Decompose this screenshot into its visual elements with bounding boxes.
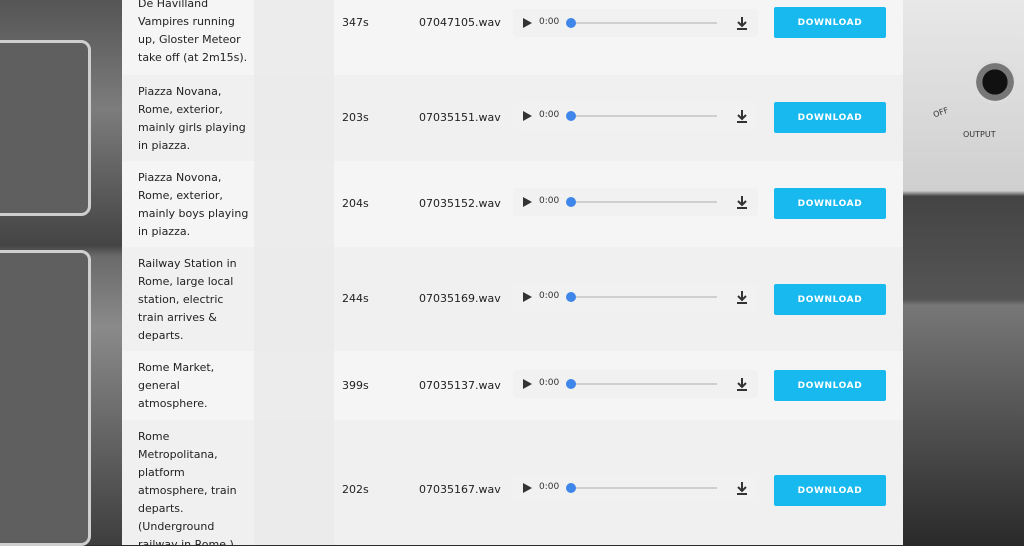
play-icon[interactable] bbox=[523, 197, 532, 207]
download-arrow-icon[interactable] bbox=[735, 290, 749, 304]
sound-filename: 07035137.wav bbox=[419, 379, 501, 392]
sound-duration: 244s bbox=[342, 292, 369, 305]
empty-cell bbox=[254, 0, 334, 75]
download-button[interactable]: DOWNLOAD bbox=[774, 370, 886, 401]
progress-slider[interactable] bbox=[566, 18, 717, 28]
empty-cell bbox=[254, 420, 334, 545]
dial-label: OFF bbox=[931, 105, 950, 120]
progress-thumb[interactable] bbox=[566, 197, 576, 207]
sound-description: Rome Metropolitana, platform atmosphere,… bbox=[138, 430, 237, 545]
playback-time: 0:00 bbox=[539, 110, 560, 120]
progress-slider[interactable] bbox=[566, 197, 717, 207]
download-arrow-icon[interactable] bbox=[735, 195, 749, 209]
sound-filename: 07047105.wav bbox=[419, 16, 501, 29]
sound-description: De Havilland Vampires running up, Gloste… bbox=[138, 0, 248, 64]
audio-player: 0:00 bbox=[513, 370, 758, 398]
download-arrow-icon[interactable] bbox=[735, 481, 749, 495]
playback-time: 0:00 bbox=[539, 482, 560, 492]
play-icon[interactable] bbox=[523, 292, 532, 302]
download-button[interactable]: DOWNLOAD bbox=[774, 475, 886, 506]
empty-cell bbox=[254, 161, 334, 247]
progress-slider[interactable] bbox=[566, 379, 717, 389]
sound-results-table: De Havilland Vampires running up, Gloste… bbox=[122, 0, 903, 545]
sound-filename: 07035167.wav bbox=[419, 483, 501, 496]
sound-filename: 07035169.wav bbox=[419, 292, 501, 305]
table-row: Rome Metropolitana, platform atmosphere,… bbox=[122, 420, 903, 545]
playback-time: 0:00 bbox=[539, 291, 560, 301]
progress-thumb[interactable] bbox=[566, 379, 576, 389]
play-icon[interactable] bbox=[523, 483, 532, 493]
table-row: Rome Market, general atmosphere. 399s 07… bbox=[122, 351, 903, 421]
table-row: Piazza Novana, Rome, exterior, mainly gi… bbox=[122, 75, 903, 162]
audio-player: 0:00 bbox=[513, 283, 758, 311]
audio-player: 0:00 bbox=[513, 474, 758, 502]
audio-player: 0:00 bbox=[513, 9, 758, 37]
sound-description: Piazza Novona, Rome, exterior, mainly bo… bbox=[138, 171, 249, 238]
download-button[interactable]: DOWNLOAD bbox=[774, 102, 886, 133]
equipment-panel bbox=[0, 250, 91, 546]
playback-time: 0:00 bbox=[539, 17, 560, 27]
download-button[interactable]: DOWNLOAD bbox=[774, 7, 886, 38]
sound-duration: 203s bbox=[342, 111, 369, 124]
table-row: De Havilland Vampires running up, Gloste… bbox=[122, 0, 903, 76]
empty-cell bbox=[254, 247, 334, 351]
background-photo-left bbox=[0, 0, 122, 546]
sound-filename: 07035151.wav bbox=[419, 111, 501, 124]
playback-time: 0:00 bbox=[539, 196, 560, 206]
download-arrow-icon[interactable] bbox=[735, 377, 749, 391]
download-arrow-icon[interactable] bbox=[735, 16, 749, 30]
download-arrow-icon[interactable] bbox=[735, 109, 749, 123]
play-icon[interactable] bbox=[523, 18, 532, 28]
sound-duration: 202s bbox=[342, 483, 369, 496]
audio-player: 0:00 bbox=[513, 188, 758, 216]
table-row: Piazza Novona, Rome, exterior, mainly bo… bbox=[122, 161, 903, 248]
playback-time: 0:00 bbox=[539, 378, 560, 388]
download-button[interactable]: DOWNLOAD bbox=[774, 188, 886, 219]
progress-thumb[interactable] bbox=[566, 18, 576, 28]
sound-duration: 204s bbox=[342, 197, 369, 210]
sound-duration: 399s bbox=[342, 379, 369, 392]
sound-description: Railway Station in Rome, large local sta… bbox=[138, 257, 237, 342]
progress-thumb[interactable] bbox=[566, 483, 576, 493]
background-photo-right: OFF OUTPUT bbox=[903, 0, 1024, 545]
progress-slider[interactable] bbox=[566, 483, 717, 493]
dial-label: OUTPUT bbox=[963, 130, 996, 139]
progress-slider[interactable] bbox=[566, 292, 717, 302]
empty-cell bbox=[254, 351, 334, 420]
equipment-panel bbox=[0, 40, 91, 216]
sound-filename: 07035152.wav bbox=[419, 197, 501, 210]
progress-thumb[interactable] bbox=[566, 111, 576, 121]
empty-cell bbox=[254, 75, 334, 161]
progress-thumb[interactable] bbox=[566, 292, 576, 302]
table-row: Railway Station in Rome, large local sta… bbox=[122, 247, 903, 352]
sound-description: Rome Market, general atmosphere. bbox=[138, 361, 215, 410]
audio-player: 0:00 bbox=[513, 102, 758, 130]
progress-slider[interactable] bbox=[566, 111, 717, 121]
sound-description: Piazza Novana, Rome, exterior, mainly gi… bbox=[138, 85, 246, 152]
dial-knob bbox=[973, 60, 1017, 104]
download-button[interactable]: DOWNLOAD bbox=[774, 284, 886, 315]
play-icon[interactable] bbox=[523, 379, 532, 389]
play-icon[interactable] bbox=[523, 111, 532, 121]
sound-duration: 347s bbox=[342, 16, 369, 29]
